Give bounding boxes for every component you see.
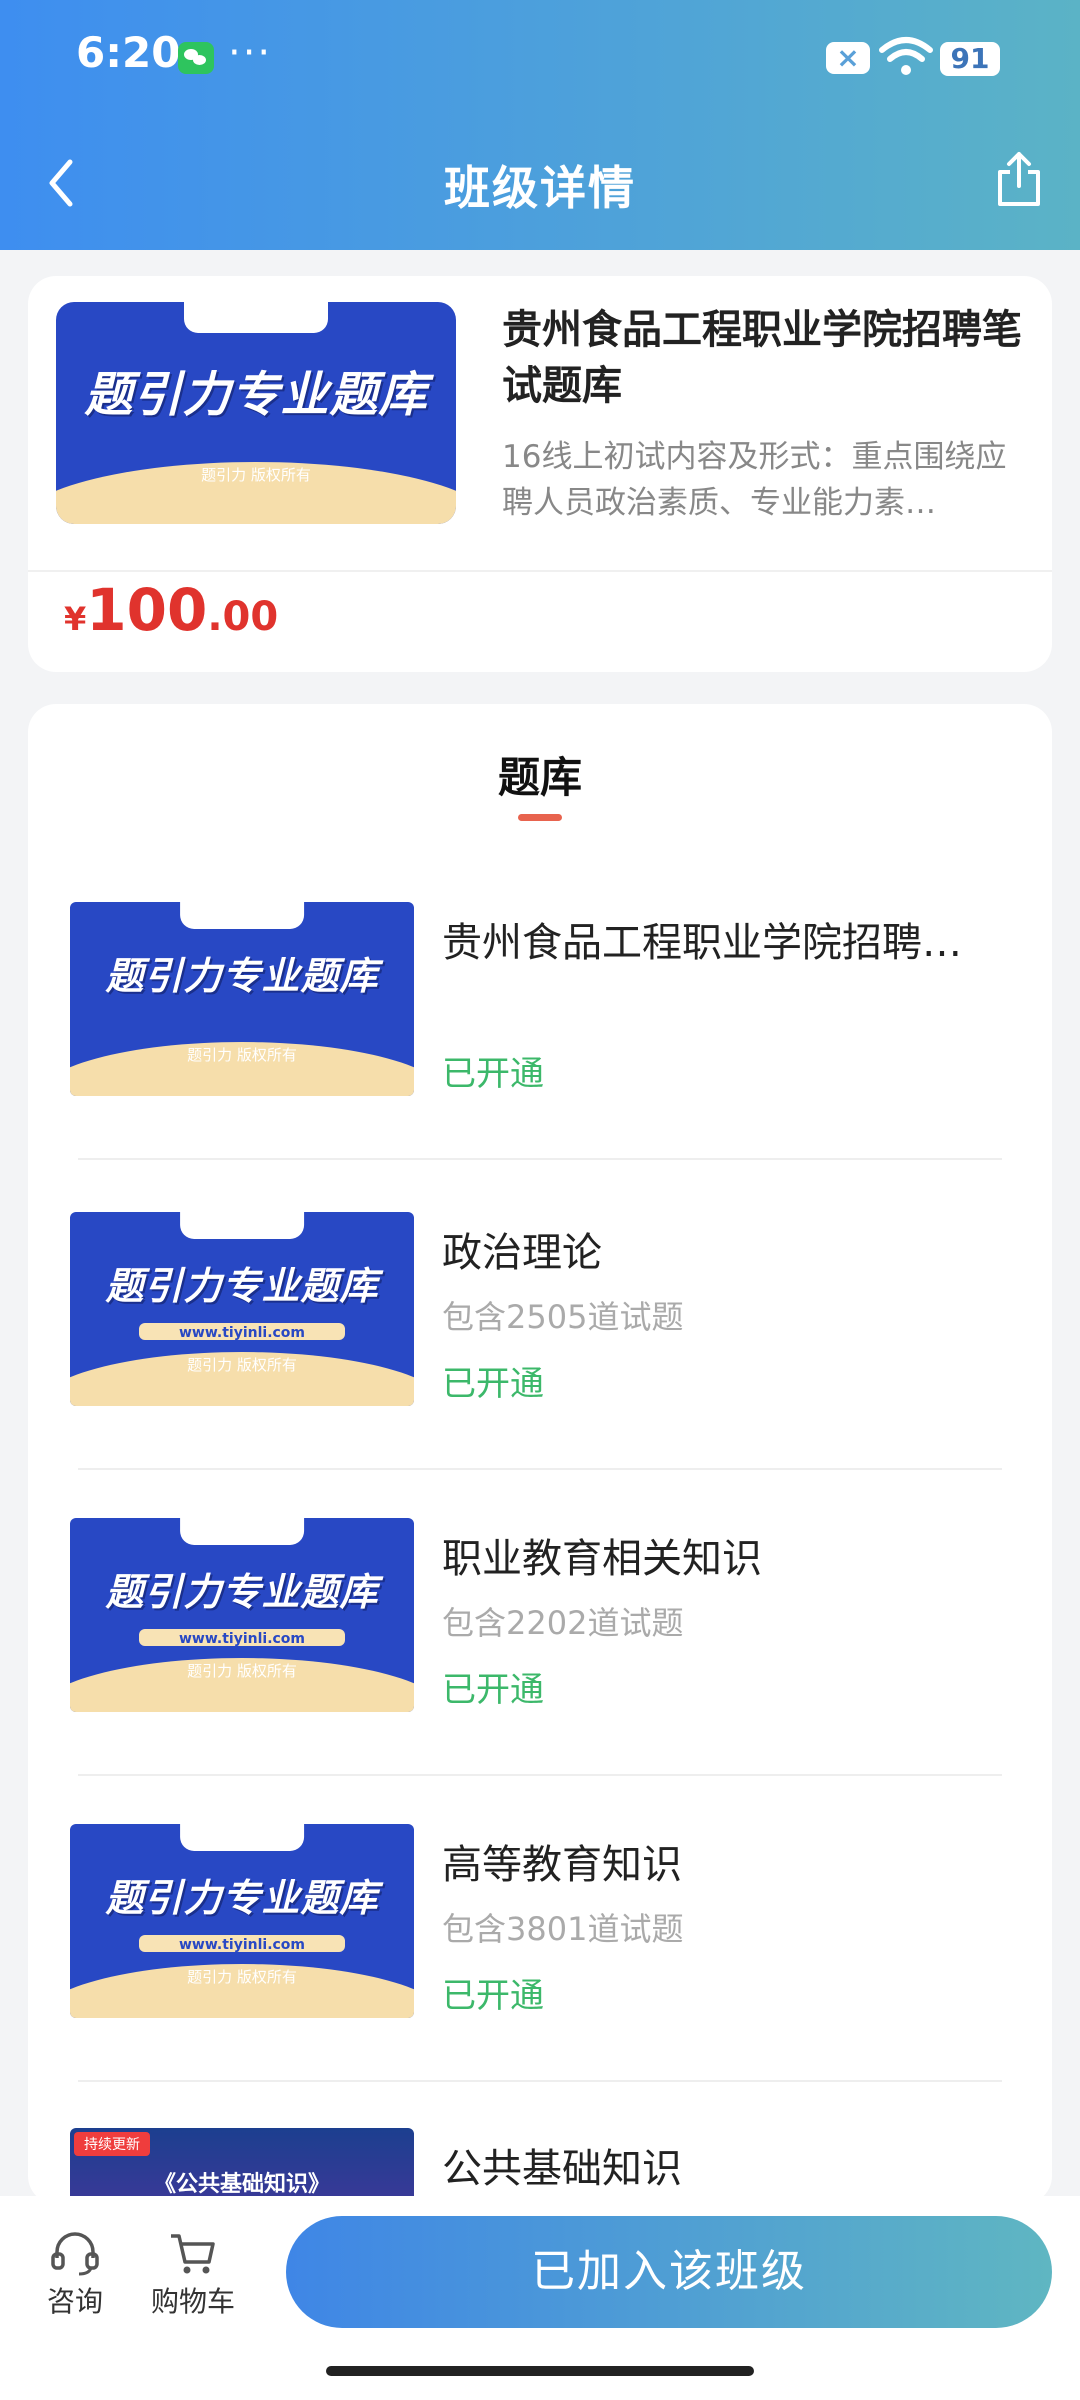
page-title: 班级详情 — [444, 161, 636, 215]
bank-item-title: 政治理论 — [442, 1230, 602, 1276]
bank-item-cover: 持续更新 《公共基础知识》 — [70, 2128, 414, 2204]
class-description: 16线上初试内容及形式：重点围绕应聘人员政治素质、专业能力素… — [502, 439, 1007, 521]
bank-item-title: 高等教育知识 — [442, 1842, 682, 1888]
share-icon[interactable] — [992, 148, 1046, 210]
consult-button[interactable]: 咨询 — [20, 2230, 130, 2320]
header-bar: 6:20 ··· × 91 班级详情 — [0, 0, 1080, 250]
bank-item-status: 已开通 — [442, 1976, 544, 2016]
bank-list-item[interactable]: 题引力专业题库 www.tiyinli.com 题引力 版权所有 职业教育相关知… — [28, 1518, 1052, 1818]
wechat-icon — [178, 42, 214, 74]
status-more-dots: ··· — [228, 30, 273, 76]
home-indicator — [326, 2366, 754, 2376]
bank-item-cover: 题引力专业题库 www.tiyinli.com 题引力 版权所有 — [70, 1212, 414, 1406]
bank-item-cover: 题引力专业题库 www.tiyinli.com 题引力 版权所有 — [70, 1518, 414, 1712]
bank-item-title: 公共基础知识 — [442, 2146, 682, 2192]
tab-active-indicator — [518, 814, 562, 821]
bank-item-status: 已开通 — [442, 1364, 544, 1404]
tab-question-bank[interactable]: 题库 — [28, 744, 1052, 805]
wifi-icon — [879, 37, 933, 75]
bank-list-item[interactable]: 题引力专业题库 www.tiyinli.com 题引力 版权所有 政治理论 包含… — [28, 1212, 1052, 1512]
bank-item-count: 包含2202道试题 — [442, 1604, 684, 1642]
bank-item-status: 已开通 — [442, 1670, 544, 1710]
bank-item-title: 贵州食品工程职业学院招聘… — [442, 920, 962, 966]
divider — [78, 1158, 1002, 1160]
divider — [78, 1468, 1002, 1470]
bank-item-title: 职业教育相关知识 — [442, 1536, 762, 1582]
join-class-button[interactable]: 已加入该班级 — [286, 2216, 1052, 2328]
class-price: ¥100.00 — [64, 576, 279, 644]
question-bank-card: 题库 题引力专业题库 题引力 版权所有 贵州食品工程职业学院招聘… 已开通 题引… — [28, 704, 1052, 2204]
bank-list-item[interactable]: 持续更新 《公共基础知识》 公共基础知识 — [28, 2128, 1052, 2204]
battery-icon: 91 — [940, 42, 1000, 76]
divider — [78, 2080, 1002, 2082]
class-info-card: 题引力专业题库 题引力 版权所有 贵州食品工程职业学院招聘笔试题库 16线上初试… — [28, 276, 1052, 672]
class-cover-image: 题引力专业题库 题引力 版权所有 — [56, 302, 456, 524]
cart-icon — [171, 2234, 215, 2274]
divider — [78, 1774, 1002, 1776]
status-time: 6:20 — [76, 28, 181, 77]
bank-list-item[interactable]: 题引力专业题库 题引力 版权所有 贵州食品工程职业学院招聘… 已开通 — [28, 902, 1052, 1202]
divider — [28, 570, 1052, 572]
bank-item-count: 包含3801道试题 — [442, 1910, 684, 1948]
bank-item-status: 已开通 — [442, 1054, 544, 1094]
headset-icon — [51, 2232, 99, 2276]
bank-item-cover: 题引力专业题库 www.tiyinli.com 题引力 版权所有 — [70, 1824, 414, 2018]
bank-item-count: 包含2505道试题 — [442, 1298, 684, 1336]
bank-item-cover: 题引力专业题库 题引力 版权所有 — [70, 902, 414, 1096]
bottom-action-bar: 咨询 购物车 已加入该班级 — [0, 2196, 1080, 2400]
close-badge-icon: × — [826, 42, 870, 74]
class-title: 贵州食品工程职业学院招聘笔试题库 — [502, 307, 1022, 409]
cart-button[interactable]: 购物车 — [138, 2230, 248, 2320]
bank-list-item[interactable]: 题引力专业题库 www.tiyinli.com 题引力 版权所有 高等教育知识 … — [28, 1824, 1052, 2124]
